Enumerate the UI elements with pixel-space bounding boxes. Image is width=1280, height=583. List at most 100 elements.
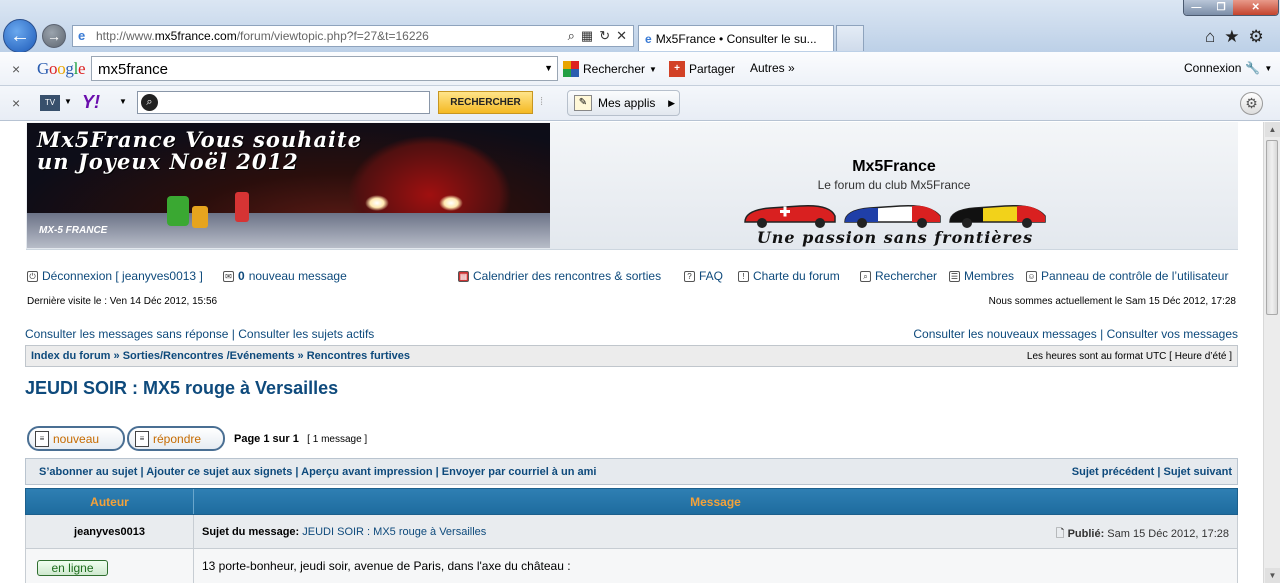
google-search-value: mx5france xyxy=(98,61,169,78)
close-window-icon[interactable]: ✕ xyxy=(1233,0,1278,15)
wrench-icon[interactable]: 🔧 xyxy=(1245,61,1260,75)
apps-icon: ✎ xyxy=(574,95,592,111)
vertical-scrollbar[interactable]: ▲ ▼ xyxy=(1263,122,1280,583)
gear-icon[interactable]: ⚙ xyxy=(1249,27,1264,47)
help-icon: ? xyxy=(684,270,695,282)
yahoo-search-input[interactable]: ⌕ xyxy=(137,91,430,114)
faq-link[interactable]: ? FAQ xyxy=(684,269,723,283)
chevron-down-icon[interactable]: ▼ xyxy=(1264,64,1272,73)
bookmark-link[interactable]: Ajouter ce sujet aux signets xyxy=(146,466,292,478)
scrollbar-thumb[interactable] xyxy=(1266,140,1278,315)
post-body-row: en ligne 13 porte-bonheur, jeudi soir, a… xyxy=(25,549,1238,583)
email-link[interactable]: Envoyer par courriel à un ami xyxy=(442,466,597,478)
search-icon[interactable]: ⌕ xyxy=(568,28,575,44)
more-button[interactable]: Autres » xyxy=(750,61,795,75)
close-toolbar-icon[interactable]: × xyxy=(12,61,20,77)
address-bar[interactable]: e http://www.mx5france.com/forum/viewtop… xyxy=(72,25,634,47)
unanswered-link[interactable]: Consulter les messages sans réponse xyxy=(25,327,228,341)
chevron-down-icon[interactable]: ▼ xyxy=(119,97,127,106)
maximize-icon[interactable]: ❐ xyxy=(1208,0,1234,15)
close-toolbar-icon[interactable]: × xyxy=(12,95,20,111)
gift-icon xyxy=(235,192,249,222)
post-author[interactable]: jeanyves0013 xyxy=(26,515,194,548)
french-car-icon xyxy=(844,204,941,228)
members-icon: ☰ xyxy=(949,270,960,282)
yahoo-logo[interactable]: Y! xyxy=(82,92,100,113)
site-description: Le forum du club Mx5France xyxy=(817,178,971,192)
charter-link[interactable]: ! Charte du forum xyxy=(738,269,840,283)
ie-page-icon: e xyxy=(78,28,86,43)
home-icon[interactable]: ⌂ xyxy=(1205,27,1215,47)
google-search-input[interactable]: mx5france ▼ xyxy=(91,56,558,81)
reply-button[interactable]: ≡ répondre xyxy=(127,426,225,451)
google-logo: Google xyxy=(37,59,86,78)
topic-title[interactable]: JEUDI SOIR : MX5 rouge à Versailles xyxy=(25,378,338,399)
chevron-down-icon[interactable]: ▼ xyxy=(544,63,553,73)
previous-topic-link[interactable]: Sujet précédent xyxy=(1072,466,1155,478)
subject-label: Sujet du message: xyxy=(202,526,300,538)
minimize-icon[interactable]: — xyxy=(1184,0,1209,15)
topic-actions: S’abonner au sujet | Ajouter ce sujet au… xyxy=(25,458,1238,485)
google-g-icon xyxy=(563,61,579,77)
ucp-link[interactable]: ☺ Panneau de contrôle de l’utilisateur xyxy=(1026,269,1228,283)
search-icon: ⌕ xyxy=(860,270,871,282)
online-badge: en ligne xyxy=(37,560,108,576)
forward-button[interactable]: → xyxy=(42,24,66,48)
refresh-icon[interactable]: ↻ xyxy=(599,28,610,44)
subscribe-link[interactable]: S’abonner au sujet xyxy=(39,466,137,478)
breadcrumb-forum[interactable]: Sorties/Rencontres /Evénements xyxy=(123,350,295,362)
scroll-down-icon[interactable]: ▼ xyxy=(1265,568,1280,583)
document-icon: ≡ xyxy=(35,430,49,447)
new-topic-button[interactable]: ≡ nouveau xyxy=(27,426,125,451)
post-header-row: jeanyves0013 Sujet du message: JEUDI SOI… xyxy=(25,515,1238,549)
slogan: Une passion sans frontières xyxy=(756,228,1034,247)
three-flag-cars-logo xyxy=(744,204,1046,228)
post-text: 13 porte-bonheur, jeudi soir, avenue de … xyxy=(202,559,571,573)
share-icon: + xyxy=(669,61,685,77)
web-page: Mx5France Vous souhaite un Joyeux Noël 2… xyxy=(0,122,1263,583)
print-link[interactable]: Aperçu avant impression xyxy=(301,466,432,478)
active-topics-link[interactable]: Consulter les sujets actifs xyxy=(238,327,374,341)
stop-icon[interactable]: ✕ xyxy=(616,28,627,44)
settings-gear-icon[interactable]: ⚙ xyxy=(1240,92,1263,115)
timezone-note: Les heures sont au format UTC [ Heure d’… xyxy=(1026,351,1232,362)
swiss-car-icon xyxy=(744,204,836,228)
share-button[interactable]: + Partager xyxy=(669,61,735,77)
new-messages-link[interactable]: ✉ 0 nouveau message xyxy=(223,269,347,283)
post-icon[interactable]: 🗋 xyxy=(1056,528,1065,540)
headlight-icon xyxy=(365,195,389,211)
user-icon: ☺ xyxy=(1026,270,1037,282)
published-label: Publié: xyxy=(1067,528,1105,540)
post-author-panel: en ligne xyxy=(26,549,194,583)
chevron-down-icon[interactable]: ▼ xyxy=(64,97,72,106)
calendar-link[interactable]: ▦ Calendrier des rencontres & sorties xyxy=(458,269,661,283)
yahoo-search-button[interactable]: RECHERCHER xyxy=(438,91,533,114)
message-column-header: Message xyxy=(690,494,741,509)
gift-icon xyxy=(167,196,189,226)
favorites-star-icon[interactable]: ★ xyxy=(1224,27,1239,47)
new-posts-link[interactable]: Consulter les nouveaux messages xyxy=(913,327,1096,341)
next-topic-link[interactable]: Sujet suivant xyxy=(1164,466,1232,478)
members-link[interactable]: ☰ Membres xyxy=(949,269,1014,283)
ie-tab-icon: e xyxy=(645,31,652,46)
my-apps-button[interactable]: ✎ Mes applis ▶ xyxy=(567,90,680,116)
google-search-button[interactable]: Rechercher ▼ xyxy=(563,61,657,77)
post-subject-link[interactable]: JEUDI SOIR : MX5 rouge à Versailles xyxy=(302,526,486,538)
search-link[interactable]: ⌕ Rechercher xyxy=(860,269,937,283)
posts-table-header: Auteur Message xyxy=(25,488,1238,515)
new-tab-button[interactable] xyxy=(836,25,864,51)
back-button[interactable]: ← xyxy=(3,19,37,53)
breadcrumb-subforum[interactable]: Rencontres furtives xyxy=(307,350,410,362)
breadcrumb-index[interactable]: Index du forum xyxy=(31,350,110,362)
belgian-car-icon xyxy=(949,204,1046,228)
your-posts-link[interactable]: Consulter vos messages xyxy=(1107,327,1238,341)
alert-icon: ! xyxy=(738,270,749,282)
connect-button[interactable]: Connexion 🔧 ▼ xyxy=(1184,61,1272,75)
tv-icon[interactable]: TV xyxy=(40,95,60,111)
compat-view-icon[interactable]: ▦ xyxy=(581,28,593,44)
logout-link[interactable]: ⏻ Déconnexion [ jeanyves0013 ] xyxy=(27,269,203,283)
chevron-down-icon: ▼ xyxy=(649,64,657,74)
scroll-up-icon[interactable]: ▲ xyxy=(1265,122,1280,137)
tab-title: Mx5France • Consulter le su... xyxy=(655,31,817,46)
tab-active[interactable]: e Mx5France • Consulter le su... xyxy=(638,25,834,51)
